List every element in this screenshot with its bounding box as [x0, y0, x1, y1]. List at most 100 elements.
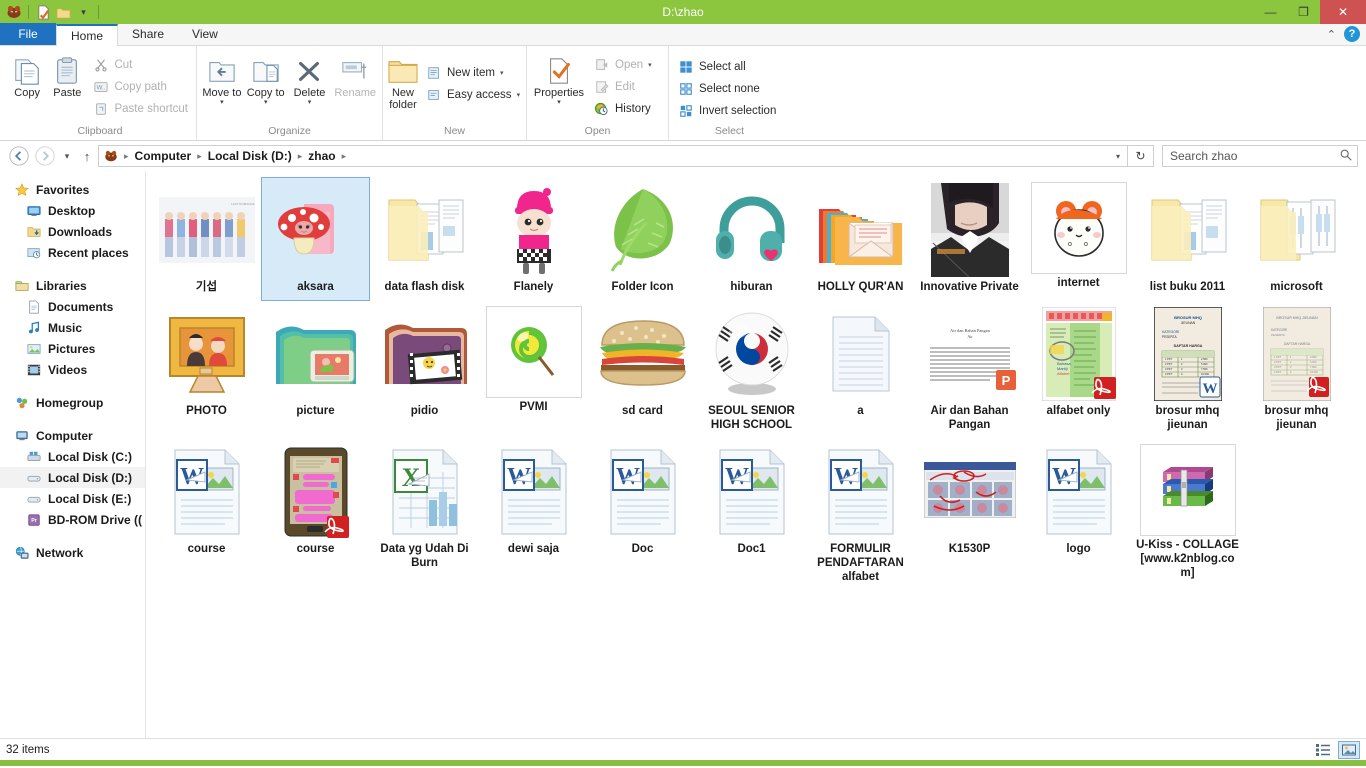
breadcrumb-local-disk-d[interactable]: Local Disk (D:) — [205, 149, 295, 163]
select-all-button[interactable]: Select all — [673, 56, 780, 77]
file-item[interactable]: list buku 2011 — [1133, 177, 1242, 301]
file-item[interactable]: sd card — [588, 301, 697, 439]
help-icon[interactable]: ? — [1344, 26, 1360, 42]
delete-dropdown-icon[interactable]: ▾ — [308, 100, 312, 106]
file-item[interactable]: HOLLY QUR'AN — [806, 177, 915, 301]
copy-to-button[interactable]: Copy to ▾ — [245, 50, 287, 106]
copy-to-dropdown-icon[interactable]: ▾ — [264, 100, 268, 106]
details-view-button[interactable] — [1312, 741, 1334, 759]
sidebar-item-computer[interactable]: Computer — [0, 425, 145, 446]
easy-access-dropdown-icon[interactable]: ▾ — [517, 91, 521, 99]
close-button[interactable]: ✕ — [1320, 0, 1366, 24]
tab-file[interactable]: File — [0, 23, 56, 45]
file-item[interactable]: course — [261, 439, 370, 591]
breadcrumb-zhao[interactable]: zhao — [305, 149, 338, 163]
up-button[interactable]: ↑ — [76, 143, 98, 169]
cut-button[interactable]: Cut — [88, 54, 192, 75]
forward-button[interactable] — [32, 143, 58, 169]
file-item[interactable]: X Data yg Udah Di Burn — [370, 439, 479, 591]
sidebar-item-pictures[interactable]: Pictures — [0, 338, 145, 359]
sidebar-item-network[interactable]: Network — [0, 542, 145, 563]
large-icons-view-button[interactable] — [1338, 741, 1360, 759]
breadcrumb-computer[interactable]: Computer — [132, 149, 195, 163]
file-item[interactable]: LAST ROMANCE 기섭 — [152, 177, 261, 301]
copy-button[interactable]: Copy — [8, 50, 46, 100]
invert-selection-button[interactable]: Invert selection — [673, 100, 780, 121]
paste-button[interactable]: Paste — [48, 50, 86, 100]
new-item-button[interactable]: New item ▾ — [421, 62, 524, 83]
breadcrumb-sep-1[interactable]: ▸ — [194, 151, 205, 162]
delete-button[interactable]: Delete ▾ — [289, 50, 331, 106]
maximize-button[interactable]: ❐ — [1287, 0, 1320, 24]
tab-share[interactable]: Share — [118, 23, 178, 45]
copy-path-button[interactable]: W.. Copy path — [88, 76, 192, 97]
search-input[interactable]: Search zhao — [1162, 145, 1358, 167]
easy-access-button[interactable]: Easy access ▾ — [421, 84, 524, 105]
explorer-icon[interactable] — [5, 4, 22, 21]
file-item[interactable]: Flanely — [479, 177, 588, 301]
file-item[interactable]: W logo — [1024, 439, 1133, 591]
sidebar-item-libraries[interactable]: Libraries — [0, 275, 145, 296]
file-item[interactable]: BROSUR MHQ JIEUNAN KATEGORI PESERTA DAFT… — [1242, 301, 1351, 439]
sidebar-item-music[interactable]: Music — [0, 317, 145, 338]
refresh-button[interactable]: ↻ — [1128, 145, 1154, 167]
move-to-dropdown-icon[interactable]: ▾ — [220, 100, 224, 106]
history-button[interactable]: History — [589, 98, 656, 119]
file-item[interactable]: PHOTO — [152, 301, 261, 439]
file-item[interactable]: o o internet — [1024, 177, 1133, 301]
collapse-ribbon-icon[interactable]: ⌃ — [1327, 28, 1336, 41]
file-item[interactable]: SEOUL SENIOR HIGH SCHOOL — [697, 301, 806, 439]
sidebar-item-documents[interactable]: Documents — [0, 296, 145, 317]
sidebar-item-favorites[interactable]: Favorites — [0, 179, 145, 200]
minimize-button[interactable]: — — [1254, 0, 1287, 24]
file-item[interactable]: pidio — [370, 301, 479, 439]
file-item[interactable]: picture — [261, 301, 370, 439]
file-item[interactable]: Innovative Private — [915, 177, 1024, 301]
rename-button[interactable]: Rename — [332, 50, 378, 100]
new-folder-icon[interactable] — [55, 4, 72, 21]
sidebar-item-videos[interactable]: Videos — [0, 359, 145, 380]
file-item[interactable]: W course — [152, 439, 261, 591]
tab-view[interactable]: View — [178, 23, 232, 45]
search-icon[interactable] — [1339, 148, 1353, 165]
file-item[interactable]: W Doc — [588, 439, 697, 591]
file-item[interactable]: U-Kiss - COLLAGE [www.k2nblog.com] — [1133, 439, 1242, 591]
open-dropdown-icon[interactable]: ▾ — [648, 61, 652, 69]
back-button[interactable] — [6, 143, 32, 169]
properties-button[interactable]: Properties ▾ — [531, 50, 587, 106]
new-item-dropdown-icon[interactable]: ▾ — [500, 69, 504, 77]
file-item[interactable]: Air dan Bahan Pangan Air P Air dan Bahan… — [915, 301, 1024, 439]
navigation-pane[interactable]: Favorites Desktop Downloads Recent place… — [0, 171, 146, 738]
recent-locations-button[interactable]: ▾ — [58, 143, 76, 169]
file-item[interactable]: microsoft — [1242, 177, 1351, 301]
file-item[interactable]: Bahasa Martiji Alfabet alfabet only — [1024, 301, 1133, 439]
breadcrumb-dropdown-icon[interactable]: ▾ — [1111, 152, 1125, 161]
file-item[interactable]: a — [806, 301, 915, 439]
file-item[interactable]: PVMI — [479, 301, 588, 439]
sidebar-item-bd-rom-drive[interactable]: Pr BD-ROM Drive (( — [0, 509, 145, 530]
file-item[interactable]: W Doc1 — [697, 439, 806, 591]
sidebar-item-recent-places[interactable]: Recent places — [0, 242, 145, 263]
paste-shortcut-button[interactable]: Paste shortcut — [88, 98, 192, 119]
file-item[interactable]: Folder Icon — [588, 177, 697, 301]
properties-icon[interactable] — [35, 4, 52, 21]
file-item[interactable]: BROSUR MHQ JIEUNAN KATEGORI PESERTA DAFT… — [1133, 301, 1242, 439]
sidebar-item-local-disk-c[interactable]: Local Disk (C:) — [0, 446, 145, 467]
breadcrumb-sep-3[interactable]: ▸ — [339, 151, 350, 162]
file-item[interactable]: aksara — [261, 177, 370, 301]
sidebar-item-homegroup[interactable]: Homegroup — [0, 392, 145, 413]
breadcrumb-sep-2[interactable]: ▸ — [295, 151, 306, 162]
properties-dropdown-icon[interactable]: ▾ — [557, 100, 561, 106]
new-folder-button[interactable]: New folder — [387, 50, 419, 111]
sidebar-item-local-disk-d[interactable]: Local Disk (D:) — [0, 467, 145, 488]
file-item[interactable]: W dewi saja — [479, 439, 588, 591]
edit-button[interactable]: Edit — [589, 76, 656, 97]
sidebar-item-desktop[interactable]: Desktop — [0, 200, 145, 221]
open-button[interactable]: Open ▾ — [589, 54, 656, 75]
move-to-button[interactable]: Move to ▾ — [201, 50, 243, 106]
breadcrumb[interactable]: ▸ Computer ▸ Local Disk (D:) ▸ zhao ▸ ▾ — [98, 145, 1128, 167]
file-list-pane[interactable]: LAST ROMANCE 기섭 — [146, 171, 1366, 738]
sidebar-item-local-disk-e[interactable]: Local Disk (E:) — [0, 488, 145, 509]
tab-home[interactable]: Home — [56, 24, 118, 46]
qat-dropdown-icon[interactable]: ▾ — [75, 4, 92, 21]
